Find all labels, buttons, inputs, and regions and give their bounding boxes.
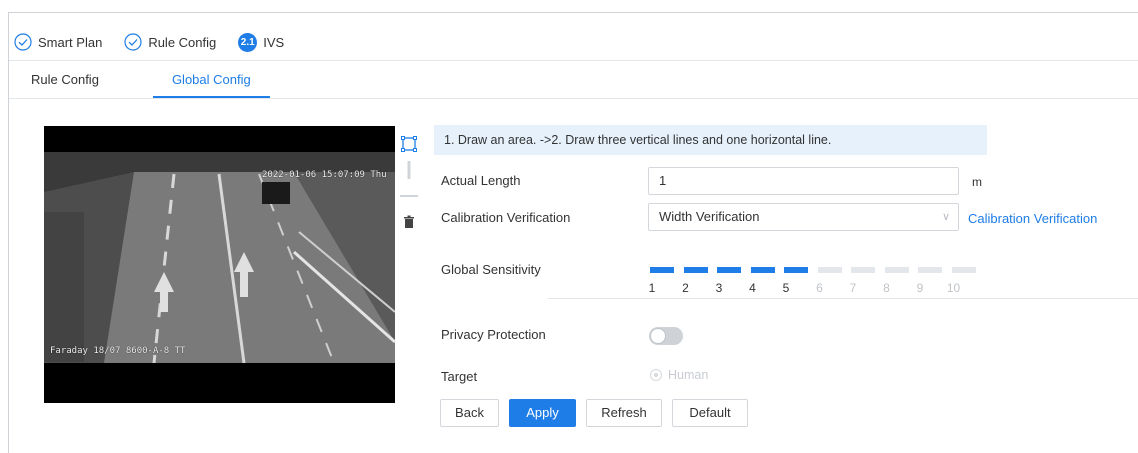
slider-segment[interactable] [884,267,909,273]
check-circle-icon [124,33,142,51]
slider-segment[interactable] [817,267,842,273]
slider-segment[interactable] [717,267,741,273]
osd-channel-name: Faraday 18/07 8600-A-8 TT [50,346,186,356]
slider-segment[interactable] [784,267,808,273]
radio-dot-icon [650,369,662,381]
unit-label: m [972,175,982,189]
divider [9,60,1138,61]
target-label: Target [441,369,478,384]
draw-area-icon[interactable] [399,134,419,154]
drawing-toolbar [399,134,419,238]
slider-tick-label: 10 [946,281,961,295]
slider-tick-label: 1 [648,281,656,295]
calibration-select-value: Width Verification [659,209,760,224]
slider-tick-label: 6 [816,281,823,295]
breadcrumb-label: IVS [263,34,285,50]
calibration-verification-label: Calibration Verification [441,210,571,225]
road-scene-image [44,152,395,363]
slider-segment[interactable] [851,267,875,273]
default-button[interactable]: Default [672,399,748,427]
horizontal-line-icon[interactable] [399,186,419,206]
vertical-line-icon[interactable] [399,160,419,180]
sensitivity-slider[interactable] [650,267,976,273]
breadcrumb: Smart Plan Rule Config 2.1 IVS [14,29,306,55]
apply-button[interactable]: Apply [509,399,576,427]
slider-tick-label: 5 [782,281,790,295]
instruction-hint: 1. Draw an area. ->2. Draw three vertica… [434,125,987,155]
breadcrumb-label: Rule Config [148,34,217,50]
radio-label: Human [668,368,709,382]
slider-tick-label: 3 [715,281,723,295]
divider [9,98,1138,99]
slider-segment[interactable] [918,267,942,273]
slider-segment[interactable] [650,267,674,273]
tab-bar: Rule Config Global Config [14,62,270,98]
slider-tick-label: 7 [849,281,857,295]
sensitivity-ticks: 1 2 3 4 5 6 7 8 9 10 [640,281,980,295]
camera-scene: 2022-01-06 15:07:09 Thu Faraday 18/07 86… [44,152,395,363]
tab-global-config[interactable]: Global Config [152,62,270,98]
breadcrumb-rule-config[interactable]: Rule Config [124,33,216,51]
target-human-radio[interactable]: Human [650,368,708,382]
tab-rule-config[interactable]: Rule Config [14,62,153,98]
back-button[interactable]: Back [440,399,499,427]
privacy-protection-label: Privacy Protection [441,327,546,342]
osd-timestamp: 2022-01-06 15:07:09 Thu [262,170,387,180]
slider-segment[interactable] [951,267,976,273]
chevron-down-icon: ∨ [941,211,950,223]
calibration-verification-link[interactable]: Calibration Verification [968,211,1097,226]
slider-tick-label: 2 [682,281,689,295]
slider-segment[interactable] [683,267,708,273]
delete-icon[interactable] [399,212,419,232]
slider-tick-label: 9 [916,281,924,295]
step-number-badge: 2.1 [238,32,258,52]
actual-length-input[interactable]: 1 [648,167,959,195]
slider-tick-label: 4 [749,281,756,295]
actual-length-label: Actual Length [441,173,521,188]
slider-segment[interactable] [750,267,775,273]
toggle-knob [650,328,666,344]
global-sensitivity-label: Global Sensitivity [441,262,541,277]
video-preview[interactable]: 2022-01-06 15:07:09 Thu Faraday 18/07 86… [44,126,395,403]
privacy-protection-toggle[interactable] [649,327,683,345]
calibration-select[interactable]: Width Verification ∨ [648,203,959,231]
divider [548,298,1138,299]
slider-tick-label: 8 [883,281,890,295]
breadcrumb-smart-plan[interactable]: Smart Plan [14,33,102,51]
breadcrumb-label: Smart Plan [38,34,103,50]
check-circle-icon [14,33,32,51]
breadcrumb-ivs: 2.1 IVS [238,32,285,52]
refresh-button[interactable]: Refresh [586,399,662,427]
